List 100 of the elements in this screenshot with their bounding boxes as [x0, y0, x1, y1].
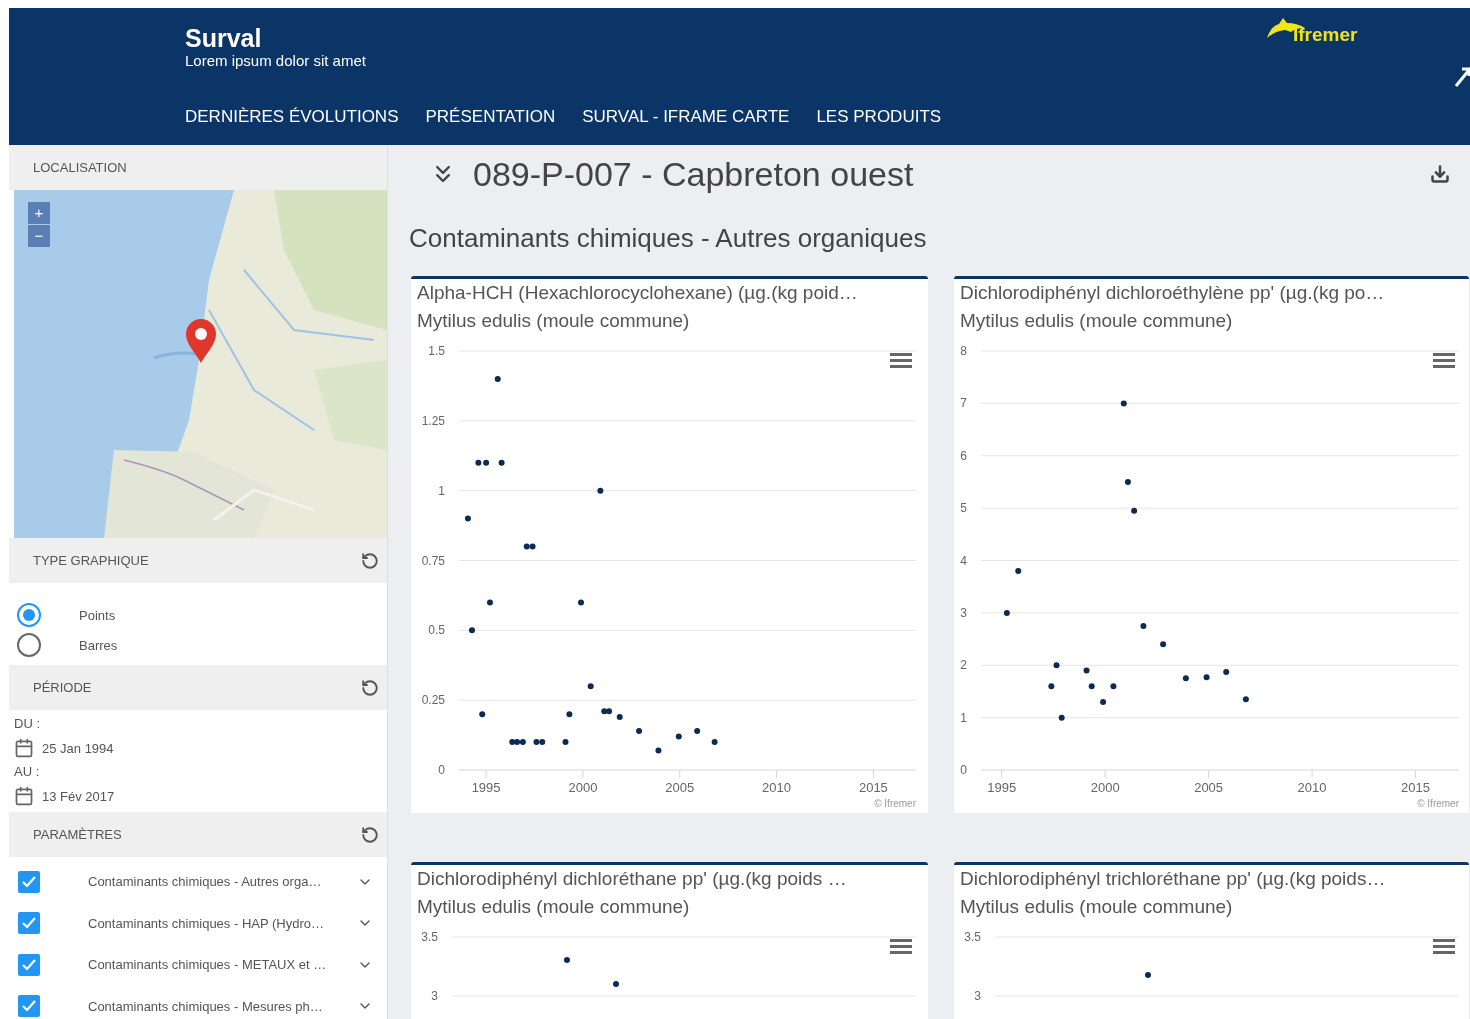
calendar-icon[interactable]: [14, 786, 34, 806]
y-tick-label: 1: [438, 483, 445, 498]
section-title: PÉRIODE: [33, 680, 92, 695]
data-point: [694, 727, 701, 734]
download-icon[interactable]: [1430, 164, 1450, 184]
parameter-label: Contaminants chimiques - METAUX et …: [88, 957, 328, 973]
reset-icon[interactable]: [361, 678, 379, 697]
nav-link[interactable]: SURVAL - IFRAME CARTE: [582, 107, 790, 127]
chart-title: Dichlorodiphényl dichloroéthylène pp' (µg.(kg po…: [959, 281, 1386, 305]
data-point: [479, 711, 486, 718]
data-point: [487, 599, 493, 606]
y-tick-label: 0: [438, 763, 445, 777]
data-point: [597, 487, 604, 494]
data-point: [566, 711, 573, 718]
menu-icon[interactable]: [890, 353, 912, 368]
x-tick-label: 1995: [471, 780, 501, 795]
zoom-in-button[interactable]: +: [28, 202, 50, 224]
nav-link[interactable]: PRÉSENTATION: [425, 107, 556, 127]
data-point: [1053, 662, 1060, 669]
section-heading: Contaminants chimiques - Autres organiques: [409, 223, 928, 254]
checkbox[interactable]: [18, 995, 40, 1018]
data-point: [655, 747, 662, 754]
x-tick-label: 1995: [987, 780, 1017, 795]
chart-title: Dichlorodiphényl trichloréthane pp' (µg.(kg poids…: [959, 867, 1387, 891]
chart-subtitle: Mytilus edulis (moule commune): [416, 895, 691, 919]
radio-button[interactable]: [17, 603, 41, 627]
y-tick-label: 0.25: [421, 693, 445, 708]
data-point: [1223, 669, 1230, 676]
date-value[interactable]: 13 Fév 2017: [42, 788, 115, 804]
data-point: [498, 459, 505, 466]
menu-icon[interactable]: [890, 939, 912, 954]
map-pin-icon[interactable]: [185, 318, 217, 364]
chart-subtitle: Mytilus edulis (moule commune): [416, 309, 691, 333]
station-title: 089-P-007 - Capbreton ouest: [473, 154, 915, 194]
data-point: [562, 739, 569, 746]
menu-icon[interactable]: [1433, 353, 1455, 368]
option-label: Barres: [79, 637, 118, 653]
data-point: [1131, 507, 1138, 514]
chart-subtitle: Mytilus edulis (moule commune): [959, 309, 1234, 333]
data-point: [1160, 641, 1167, 648]
data-point: [464, 515, 471, 522]
data-point: [616, 713, 623, 720]
reset-icon[interactable]: [361, 551, 379, 570]
data-point: [675, 733, 682, 740]
y-tick-label: 7: [960, 396, 967, 411]
data-point: [1182, 675, 1189, 682]
x-tick-label: 2000: [1090, 780, 1120, 795]
y-tick-label: 1.25: [421, 413, 445, 428]
data-point: [1003, 609, 1010, 616]
check-icon: [22, 1000, 36, 1013]
radio-button[interactable]: [17, 633, 41, 657]
field-label: AU :: [14, 763, 41, 781]
nav-link[interactable]: LES PRODUITS: [816, 107, 942, 127]
check-icon: [22, 917, 36, 930]
x-tick-label: 2000: [568, 780, 598, 795]
data-point: [1203, 674, 1210, 681]
check-icon: [22, 875, 36, 888]
reset-icon[interactable]: [361, 825, 379, 844]
y-tick-label: 3: [960, 605, 967, 620]
chart-title: Alpha-HCH (Hexachlorocyclohexane) (µg.(kg poid…: [416, 281, 859, 305]
section-title: LOCALISATION: [33, 160, 127, 175]
x-tick-label: 2010: [762, 780, 792, 795]
y-tick-label: 3.5: [421, 930, 438, 944]
y-tick-label: 3.5: [964, 930, 981, 944]
y-tick-label: 1.5: [428, 344, 445, 358]
data-point: [1088, 683, 1095, 690]
chart-credit: © Ifremer: [1417, 798, 1459, 809]
checkbox[interactable]: [18, 912, 40, 935]
x-tick-label: 2005: [665, 780, 695, 795]
nav-link[interactable]: DERNIÈRES ÉVOLUTIONS: [185, 107, 399, 127]
data-point: [636, 727, 643, 734]
field-label: DU :: [14, 715, 41, 733]
check-icon: [22, 958, 36, 971]
zoom-out-button[interactable]: −: [28, 225, 50, 247]
data-point: [1083, 667, 1090, 674]
x-tick-label: 2015: [1401, 780, 1430, 795]
data-point: [1242, 696, 1249, 703]
data-point: [711, 739, 718, 746]
data-point: [1015, 568, 1022, 574]
x-tick-label: 2015: [858, 780, 888, 795]
dots-drawing: [564, 957, 619, 987]
section-title: PARAMÈTRES: [33, 827, 122, 842]
checkbox[interactable]: [18, 870, 40, 893]
y-tick-label: 4: [960, 553, 967, 568]
data-point: [1140, 622, 1147, 629]
y-tick-label: 3: [431, 989, 438, 1003]
y-tick-label: 5: [960, 501, 967, 516]
y-tick-label: 0.5: [428, 623, 445, 638]
checkbox[interactable]: [18, 953, 40, 976]
data-point: [1120, 400, 1127, 407]
menu-icon[interactable]: [1433, 939, 1455, 954]
logo-text: Ifremer: [1293, 24, 1358, 46]
y-tick-label: 3: [974, 989, 981, 1003]
parameter-label: Contaminants chimiques - Mesures ph…: [88, 998, 324, 1014]
calendar-icon[interactable]: [14, 738, 34, 758]
y-tick-label: 6: [960, 448, 967, 463]
data-point: [1110, 683, 1117, 690]
data-point: [468, 627, 475, 634]
date-value[interactable]: 25 Jan 1994: [42, 740, 114, 756]
parameter-label: Contaminants chimiques - HAP (Hydro…: [88, 915, 325, 931]
